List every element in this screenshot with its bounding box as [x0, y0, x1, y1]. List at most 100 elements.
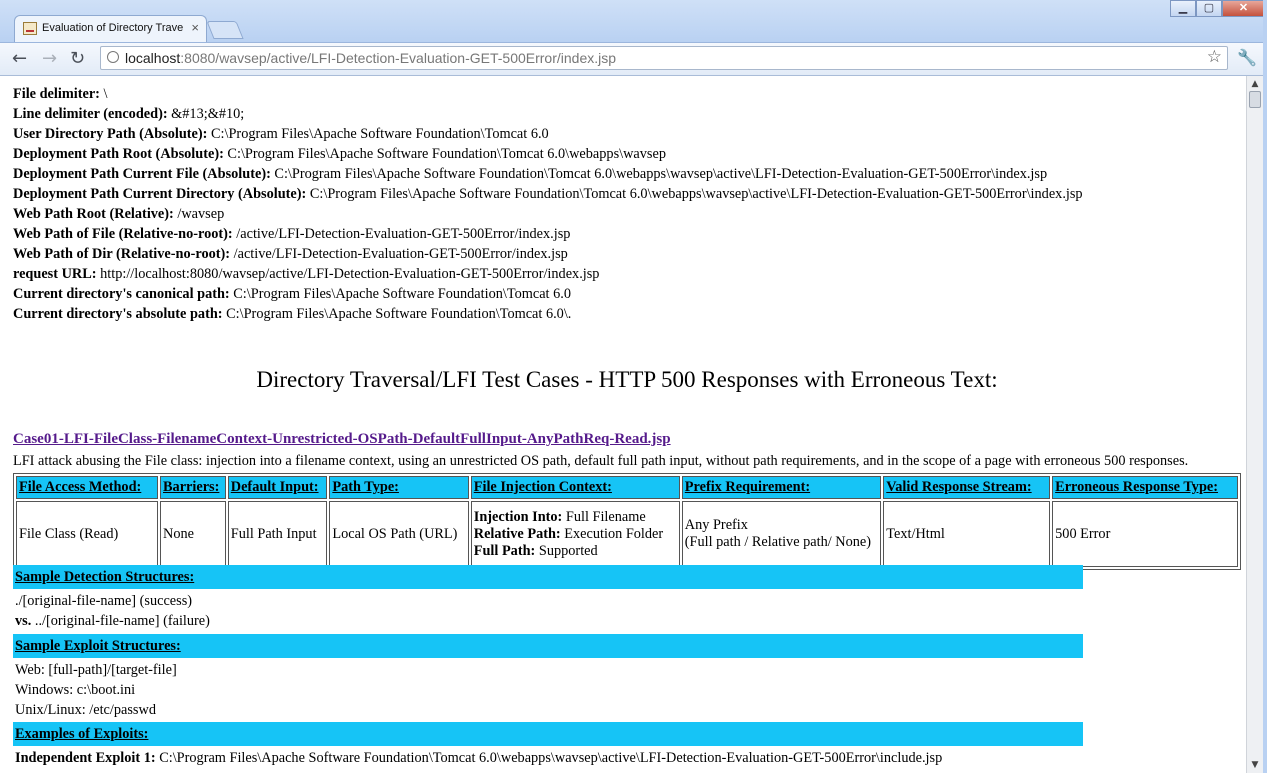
info-value: &#13;&#10;	[167, 106, 245, 122]
info-value: C:\Program Files\Apache Software Foundat…	[229, 286, 571, 302]
scroll-thumb[interactable]	[1249, 91, 1261, 108]
info-label: Current directory's canonical path:	[13, 286, 230, 302]
url-host: localhost	[125, 50, 181, 66]
info-line: Deployment Path Current Directory (Absol…	[13, 184, 1241, 204]
scroll-up-arrow-icon[interactable]: ▲	[1247, 76, 1263, 92]
cell-injection-context: Injection Into: Full Filename Relative P…	[470, 501, 680, 567]
info-line: Deployment Path Current File (Absolute):…	[13, 164, 1241, 184]
info-line: Web Path of Dir (Relative-no-root): /act…	[13, 244, 1241, 264]
info-value: C:\Program Files\Apache Software Foundat…	[207, 126, 549, 142]
info-value: \	[99, 86, 108, 102]
page-viewport: File delimiter: \ Line delimiter (encode…	[0, 76, 1246, 773]
detection-line: vs. ../[original-file-name] (failure)	[15, 611, 210, 631]
cell-prefix: Any Prefix (Full path / Relative path/ N…	[681, 501, 882, 567]
case-link[interactable]: Case01-LFI-FileClass-FilenameContext-Unr…	[13, 431, 671, 448]
page-favicon-icon	[23, 22, 37, 35]
vs-label: vs.	[15, 613, 32, 629]
tab-close-icon[interactable]: ×	[191, 20, 199, 35]
context-value: Execution Folder	[560, 525, 664, 542]
info-value: /active/LFI-Detection-Evaluation-GET-500…	[230, 246, 568, 262]
case-description: LFI attack abusing the File class: injec…	[13, 453, 1189, 469]
info-value: C:\Program Files\Apache Software Foundat…	[223, 146, 666, 162]
address-bar[interactable]: localhost:8080/wavsep/active/LFI-Detecti…	[100, 46, 1228, 70]
info-label: Line delimiter (encoded):	[13, 106, 168, 122]
column-header: File Access Method:	[16, 476, 159, 499]
url-text[interactable]: localhost:8080/wavsep/active/LFI-Detecti…	[125, 50, 616, 66]
prefix-line: Any Prefix	[684, 517, 748, 533]
bookmark-star-icon[interactable]: ☆	[1207, 47, 1222, 67]
cell-input: Full Path Input	[227, 501, 328, 567]
context-label: Injection Into:	[473, 508, 563, 525]
info-line: Web Path of File (Relative-no-root): /ac…	[13, 224, 1241, 244]
context-line: Injection Into: Full Filename	[474, 509, 677, 526]
info-line: Web Path Root (Relative): /wavsep	[13, 204, 1241, 224]
prefix-line: (Full path / Relative path/ None)	[684, 534, 871, 550]
info-line: request URL: http://localhost:8080/wavse…	[13, 264, 1241, 284]
cell-method: File Class (Read)	[16, 501, 159, 567]
detection-line: ./[original-file-name] (success)	[15, 593, 193, 609]
close-window-button[interactable]: ✕	[1222, 0, 1265, 17]
context-line: Full Path: Supported	[474, 543, 677, 560]
info-label: Web Path of File (Relative-no-root):	[13, 226, 233, 242]
info-label: Current directory's absolute path:	[13, 306, 223, 322]
forward-arrow-icon[interactable]: →	[42, 48, 57, 69]
info-value: /active/LFI-Detection-Evaluation-GET-500…	[232, 226, 571, 242]
browser-tab[interactable]: Evaluation of Directory Trave ×	[14, 15, 207, 42]
window-controls: ▁ ▢ ✕	[1170, 0, 1265, 17]
info-line: Current directory's absolute path: C:\Pr…	[13, 304, 1241, 324]
table-row: File Class (Read) None Full Path Input L…	[16, 501, 1238, 567]
info-value: http://localhost:8080/wavsep/active/LFI-…	[96, 266, 600, 282]
browser-toolbar: ← → ↻ localhost:8080/wavsep/active/LFI-D…	[0, 43, 1267, 76]
example-line: Independent Exploit 1: C:\Program Files\…	[15, 748, 942, 768]
new-tab-button[interactable]	[206, 21, 244, 39]
title-bar: Evaluation of Directory Trave × ▁ ▢ ✕	[0, 0, 1267, 43]
info-value: C:\Program Files\Apache Software Foundat…	[270, 166, 1048, 182]
context-label: Relative Path:	[473, 525, 561, 542]
info-line: Line delimiter (encoded): &#13;&#10;	[13, 104, 1241, 124]
reload-icon[interactable]: ↻	[70, 48, 85, 69]
column-header: File Injection Context:	[470, 476, 680, 499]
info-value: /wavsep	[173, 206, 225, 222]
info-label: Deployment Path Current Directory (Absol…	[13, 186, 307, 202]
column-header: Prefix Requirement:	[681, 476, 882, 499]
maximize-button[interactable]: ▢	[1196, 0, 1222, 17]
column-header: Valid Response Stream:	[883, 476, 1051, 499]
example-value: C:\Program Files\Apache Software Foundat…	[155, 750, 943, 766]
exploit-line: Unix/Linux: /etc/passwd	[15, 702, 156, 718]
example-label: Independent Exploit 1:	[15, 750, 156, 766]
column-header: Path Type:	[329, 476, 469, 499]
cell-barriers: None	[160, 501, 226, 567]
exploit-line: Windows: c:\boot.ini	[15, 682, 136, 698]
scroll-down-arrow-icon[interactable]: ▼	[1247, 757, 1263, 773]
info-label: request URL:	[13, 266, 97, 282]
exploit-line: Web: [full-path]/[target-file]	[15, 662, 177, 678]
info-line: Deployment Path Root (Absolute): C:\Prog…	[13, 144, 1241, 164]
case-properties-table: File Access Method: Barriers: Default In…	[13, 473, 1241, 570]
minimize-button[interactable]: ▁	[1170, 0, 1196, 17]
context-line: Relative Path: Execution Folder	[474, 526, 677, 543]
column-header: Barriers:	[160, 476, 226, 499]
table-header-row: File Access Method: Barriers: Default In…	[16, 476, 1238, 499]
info-value: C:\Program Files\Apache Software Foundat…	[306, 186, 1083, 202]
info-label: Deployment Path Root (Absolute):	[13, 146, 224, 162]
cell-error: 500 Error	[1052, 501, 1238, 567]
context-value: Full Filename	[562, 508, 646, 525]
vertical-scrollbar[interactable]: ▲ ▼	[1246, 76, 1263, 773]
tab-title: Evaluation of Directory Trave	[42, 22, 184, 34]
info-label: User Directory Path (Absolute):	[13, 126, 208, 142]
cell-stream: Text/Html	[883, 501, 1051, 567]
info-line: User Directory Path (Absolute): C:\Progr…	[13, 124, 1241, 144]
detection-value: ../[original-file-name] (failure)	[31, 613, 210, 629]
info-value: C:\Program Files\Apache Software Foundat…	[222, 306, 572, 322]
server-info-list: File delimiter: \ Line delimiter (encode…	[13, 84, 1241, 324]
url-path: :8080/wavsep/active/LFI-Detection-Evalua…	[180, 50, 617, 66]
column-header: Erroneous Response Type:	[1052, 476, 1238, 499]
info-label: Deployment Path Current File (Absolute):	[13, 166, 271, 182]
examples-header: Examples of Exploits:	[13, 722, 1083, 746]
page-info-icon[interactable]	[107, 51, 119, 63]
back-arrow-icon[interactable]: ←	[12, 48, 27, 69]
info-label: Web Path Root (Relative):	[13, 206, 174, 222]
info-label: Web Path of Dir (Relative-no-root):	[13, 246, 231, 262]
wrench-menu-icon[interactable]: 🔧	[1237, 48, 1257, 67]
context-label: Full Path:	[473, 542, 536, 559]
